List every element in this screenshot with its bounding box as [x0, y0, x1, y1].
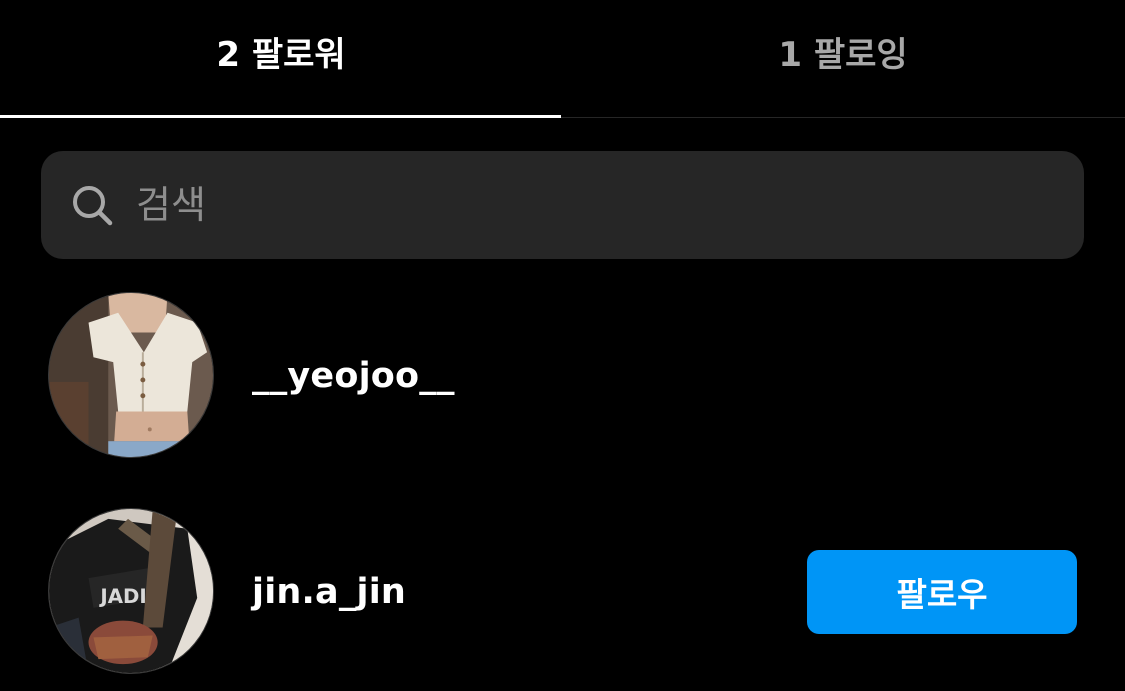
tab-followers[interactable]: 2 팔로워: [0, 0, 562, 117]
search-icon: [70, 183, 114, 227]
tab-bar: 2 팔로워 1 팔로잉: [0, 0, 1125, 118]
username[interactable]: jin.a_jin: [252, 572, 406, 612]
follow-button[interactable]: 팔로우: [807, 550, 1077, 634]
active-tab-indicator: [0, 115, 561, 118]
search-input[interactable]: [136, 170, 1036, 240]
avatar[interactable]: [48, 292, 214, 458]
username[interactable]: __yeojoo__: [252, 356, 455, 396]
list-item[interactable]: __yeojoo__: [0, 292, 1125, 462]
avatar[interactable]: JADI: [48, 508, 214, 674]
tab-following[interactable]: 1 팔로잉: [562, 0, 1124, 117]
svg-text:JADI: JADI: [98, 585, 146, 608]
